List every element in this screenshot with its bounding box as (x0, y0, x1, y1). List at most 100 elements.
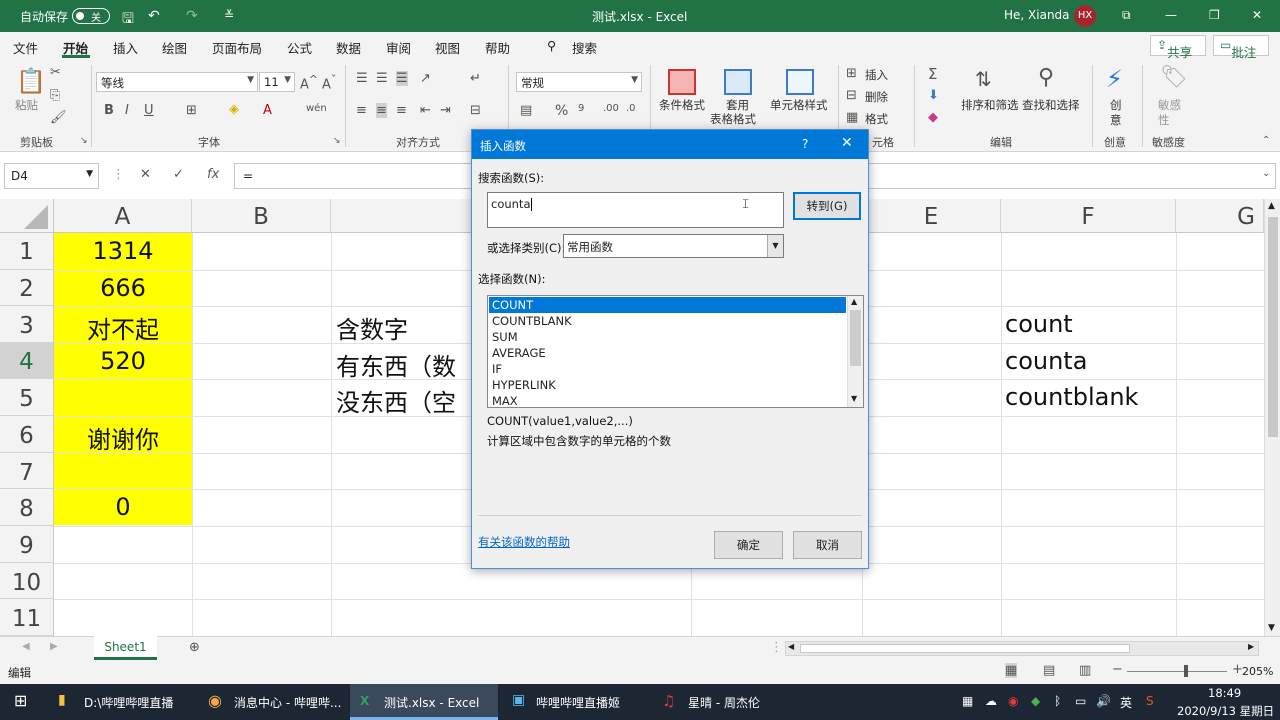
align-top-icon[interactable]: ☰ (356, 71, 368, 86)
undo-icon[interactable]: ↶ (148, 8, 160, 24)
percent-icon[interactable]: % (555, 103, 568, 119)
customize-qat-icon[interactable]: ≚ (224, 8, 234, 22)
row-header[interactable]: 11 (0, 599, 54, 636)
row-header[interactable]: 2 (0, 270, 54, 306)
designer-icon[interactable]: ⚡ (1106, 65, 1123, 93)
enter-icon[interactable]: ✓ (173, 167, 184, 182)
page-layout-view-icon[interactable]: ▤ (1043, 663, 1055, 678)
sensitivity-icon[interactable]: 🏷 (1160, 65, 1188, 90)
list-scrollbar[interactable]: ▲ ▼ (847, 296, 863, 407)
expand-formula-icon[interactable]: ⌄ (1262, 168, 1270, 179)
cell-a6[interactable]: 谢谢你 (54, 420, 192, 455)
cell-f4[interactable]: counta (1005, 347, 1087, 375)
ok-button[interactable]: 确定 (714, 531, 783, 559)
user-name[interactable]: He, Xianda (1004, 8, 1070, 22)
function-list[interactable]: COUNT COUNTBLANK SUM AVERAGE IF HYPERLIN… (487, 295, 864, 408)
scroll-right-icon[interactable]: ▶ (1248, 642, 1254, 651)
row-header[interactable]: 6 (0, 416, 54, 453)
function-item-selected[interactable]: COUNT (489, 297, 846, 313)
row-header[interactable]: 9 (0, 526, 54, 563)
select-all-corner[interactable] (0, 199, 54, 233)
category-select[interactable]: 常用函数 ▼ (563, 234, 784, 258)
wrap-text-icon[interactable]: ↵ (470, 71, 481, 86)
decrease-font-icon[interactable]: Aˇ (322, 73, 336, 92)
cancel-icon[interactable]: ✕ (140, 167, 151, 182)
zoom-slider[interactable] (1127, 671, 1227, 672)
decrease-decimal-icon[interactable]: .0 (626, 103, 636, 114)
zoom-level[interactable]: 205% (1242, 665, 1273, 678)
vertical-scrollbar[interactable]: ▲ ▼ (1264, 199, 1280, 636)
accounting-icon[interactable]: ▤ (520, 103, 532, 118)
onedrive-icon[interactable]: ☁ (985, 694, 997, 708)
align-center-icon[interactable]: ≡ (376, 103, 387, 118)
font-size-select[interactable]: 11 ▼ (259, 72, 295, 92)
cell-a3[interactable]: 对不起 (54, 310, 192, 345)
increase-decimal-icon[interactable]: .00 (603, 103, 619, 114)
merge-center-icon[interactable]: ⊟ (470, 103, 481, 118)
windows-start-icon[interactable]: ⊞ (14, 691, 27, 710)
copy-icon[interactable]: ⎘ (50, 88, 60, 103)
avatar[interactable]: HX (1074, 5, 1096, 27)
zoom-out-icon[interactable]: − (1112, 662, 1123, 677)
sensitivity-label2[interactable]: 性 (1158, 112, 1170, 128)
insert-label[interactable]: 插入 (865, 67, 888, 83)
taskbar-item-browser[interactable]: 消息中心 - 哔哩哔... (234, 694, 341, 711)
autosum-icon[interactable]: Σ (928, 65, 937, 83)
prev-sheet-icon[interactable]: ◀ (22, 641, 30, 652)
format-cells-icon[interactable]: ▦ (846, 110, 858, 125)
insert-function-icon[interactable]: fx (207, 167, 219, 182)
function-item[interactable]: SUM (489, 329, 846, 345)
scroll-down-icon[interactable]: ▼ (851, 394, 857, 403)
taskbar-item-live[interactable]: 哔哩哔哩直播姬 (536, 694, 620, 711)
cell-f5[interactable]: countblank (1005, 383, 1138, 411)
clear-icon[interactable]: ◆ (928, 110, 938, 125)
taskbar-item-excel[interactable]: 测试.xlsx - Excel (384, 694, 479, 711)
create-label2[interactable]: 意 (1110, 112, 1122, 128)
collapse-ribbon-icon[interactable]: ⌃ (1262, 135, 1270, 146)
bold-icon[interactable]: B (104, 103, 114, 118)
scroll-up-icon[interactable]: ▲ (851, 297, 857, 306)
zoom-slider-thumb[interactable] (1184, 665, 1188, 677)
decrease-indent-icon[interactable]: ⇤ (420, 103, 431, 118)
sogou-icon[interactable]: S (1146, 694, 1154, 708)
scroll-left-icon[interactable]: ◀ (788, 642, 794, 651)
tab-formulas[interactable]: 公式 (287, 38, 312, 57)
tab-data[interactable]: 数据 (336, 38, 361, 57)
align-left-icon[interactable]: ≡ (356, 103, 367, 118)
tell-me-search[interactable]: 搜索 (572, 38, 597, 57)
horizontal-scroll-thumb[interactable] (800, 644, 1130, 653)
cell-a2[interactable]: 666 (54, 274, 192, 302)
number-format-select[interactable]: 常规 ▼ (516, 72, 642, 92)
sensitivity-label[interactable]: 敏感 (1158, 97, 1181, 113)
conditional-format-icon[interactable] (668, 69, 696, 95)
cell-style-label[interactable]: 单元格样式 (770, 97, 828, 113)
share-button[interactable]: ⇪ 共享 (1150, 35, 1206, 60)
search-icon[interactable]: ⚲ (547, 38, 556, 53)
function-item[interactable]: COUNTBLANK (489, 313, 846, 329)
sort-filter-icon[interactable]: ⇅ (975, 67, 992, 91)
column-header-a[interactable]: A (54, 199, 192, 233)
clipboard-launcher-icon[interactable]: ↘ (80, 136, 88, 146)
font-color-icon[interactable]: A (263, 103, 272, 118)
find-select-label[interactable]: 查找和选择 (1022, 97, 1080, 113)
row-header-active[interactable]: 4 (0, 343, 54, 379)
sheet-tab-sheet1[interactable]: Sheet1 (94, 636, 157, 660)
align-bottom-icon[interactable]: ☰ (396, 71, 408, 86)
tab-review[interactable]: 审阅 (386, 38, 411, 57)
next-sheet-icon[interactable]: ▶ (50, 641, 58, 652)
close-icon[interactable]: ✕ (1252, 8, 1262, 22)
comments-button[interactable]: ▭ 批注 (1213, 35, 1269, 60)
tab-draw[interactable]: 绘图 (162, 38, 187, 57)
cell-f3[interactable]: count (1005, 310, 1073, 338)
orientation-icon[interactable]: ↗ (420, 71, 431, 86)
dialog-title-bar[interactable]: 插入函数 ? ✕ (472, 130, 868, 159)
column-header-e[interactable]: E (862, 199, 1001, 233)
insert-cells-icon[interactable]: ⊞ (846, 66, 857, 81)
row-header[interactable]: 7 (0, 453, 54, 489)
fill-color-icon[interactable]: ◈ (229, 102, 239, 117)
align-middle-icon[interactable]: ☰ (376, 71, 388, 86)
font-name-select[interactable]: 等线 ▼ (96, 72, 258, 92)
function-item[interactable]: MAX (489, 393, 846, 409)
create-label[interactable]: 创 (1110, 97, 1122, 113)
network-icon[interactable]: ▭ (1075, 694, 1086, 708)
